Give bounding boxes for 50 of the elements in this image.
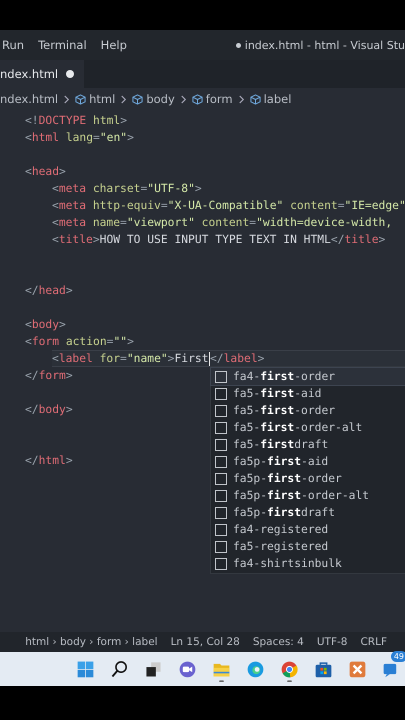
code-line: </html>	[25, 453, 73, 468]
breadcrumb-item[interactable]: ndex.html	[0, 92, 58, 106]
menu-item[interactable]: Help	[100, 38, 127, 52]
suggestion-item[interactable]: fa5-first-aid	[211, 385, 405, 402]
chevron-icon	[238, 94, 245, 104]
notification-badge: 49	[390, 651, 405, 662]
window-title: index.html - html - Visual Stu	[244, 38, 405, 52]
suggestion-item[interactable]: fa4-shirtsinbulk	[211, 555, 405, 572]
suggestion-item[interactable]: fa4-registered	[211, 521, 405, 538]
code-line: <body>	[25, 317, 66, 332]
status-item[interactable]: CRLF	[360, 636, 387, 648]
suggestion-item[interactable]: fa5-registered	[211, 538, 405, 555]
code-line: <html lang="en">	[25, 130, 134, 145]
status-item[interactable]: Ln 15, Col 28	[170, 636, 240, 648]
chevron-icon	[63, 94, 70, 104]
cube-icon	[132, 94, 144, 104]
suggestion-item[interactable]: fa5-first-order	[211, 402, 405, 419]
breadcrumb-item[interactable]: body	[146, 92, 175, 106]
editor-tab[interactable]: ndex.html	[0, 60, 84, 88]
code-line: <title>HOW TO USE INPUT TYPE TEXT IN HTML</title>	[52, 232, 386, 247]
suggestion-item[interactable]: fa5-firstdraft	[211, 436, 405, 453]
breadcrumb-item[interactable]: form	[206, 92, 233, 106]
breadcrumb-item[interactable]: label	[264, 92, 292, 106]
breadcrumb-item[interactable]: html	[89, 92, 116, 106]
suggestion-item[interactable]: fa5-first-order-alt	[211, 419, 405, 436]
browser-icon[interactable]	[280, 660, 298, 682]
cube-icon	[75, 94, 86, 104]
status-item[interactable]: UTF-8	[316, 636, 348, 648]
status-item[interactable]: Spaces: 4	[252, 636, 304, 648]
menu-item[interactable]: Run	[2, 38, 24, 52]
chevron-icon	[180, 94, 187, 104]
suggestion-item[interactable]: fa4-first-order	[211, 368, 405, 385]
code-line: <meta name="viewport" content="width=device-width,	[52, 215, 392, 230]
suggestion-item[interactable]: fa5p-first-aid	[211, 453, 405, 470]
cube-icon	[250, 94, 261, 104]
chevron-icon	[120, 94, 128, 104]
suggestion-item[interactable]: fa5p-firstdraft	[211, 504, 405, 521]
code-line: <form action="">	[25, 334, 134, 349]
code-line: </form>	[25, 368, 73, 383]
status-item[interactable]: html › body › form › label	[25, 636, 158, 648]
suggestion-item[interactable]: fa5p-first-order-alt	[211, 487, 405, 504]
code-line: <meta http-equiv="X-UA-Compatible" content="IE=edge"	[52, 198, 405, 213]
menu-item[interactable]: Terminal	[38, 38, 87, 52]
suggestion-item[interactable]: fa5p-first-order	[211, 470, 405, 487]
cube-icon	[192, 94, 203, 104]
code-line: <!DOCTYPE html>	[25, 113, 128, 128]
code-line: <meta charset="UTF-8">	[52, 181, 202, 196]
code-line: </body>	[25, 402, 73, 417]
code-line: <head>	[25, 164, 66, 179]
code-line: </head>	[25, 283, 73, 298]
